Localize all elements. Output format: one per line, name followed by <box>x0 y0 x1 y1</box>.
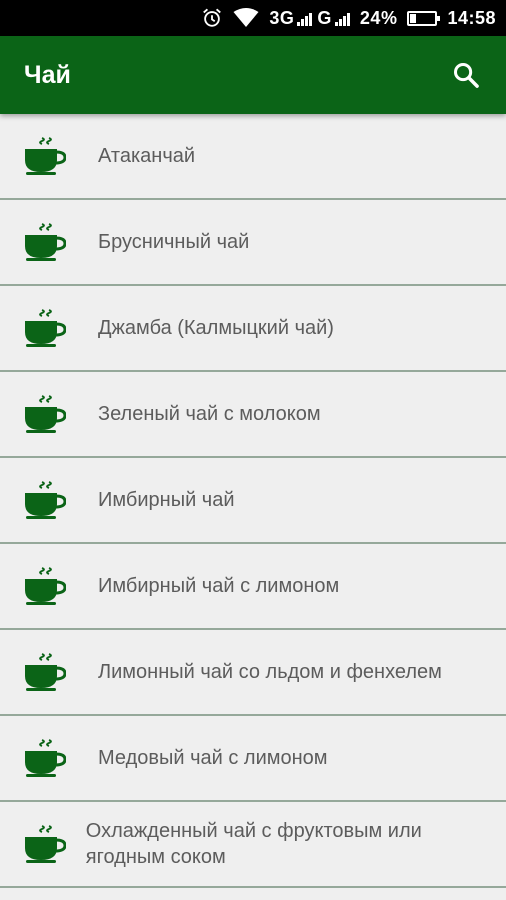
tea-cup-icon <box>0 824 86 864</box>
tea-cup-icon <box>0 136 98 176</box>
list-item-label: Джамба (Калмыцкий чай) <box>98 317 334 339</box>
app-bar: Чай <box>0 36 506 114</box>
tea-cup-icon <box>0 308 98 348</box>
tea-cup-icon <box>0 222 98 262</box>
list-item-label: Имбирный чай с лимоном <box>98 575 340 597</box>
list-item[interactable]: Лимонный чай со льдом и фенхелем <box>0 630 506 716</box>
list-item-label: Брусничный чай <box>98 231 250 253</box>
tea-cup-icon <box>0 652 98 692</box>
tea-cup-icon <box>0 394 98 434</box>
list-item-label: Имбирный чай <box>98 489 235 511</box>
list-item-label: Лимонный чай со льдом и фенхелем <box>98 661 442 683</box>
list-item-label: Медовый чай с лимоном <box>98 747 328 769</box>
list-item[interactable]: Зеленый чай с молоком <box>0 372 506 458</box>
alarm-icon <box>201 7 223 29</box>
list-item[interactable]: Брусничный чай <box>0 200 506 286</box>
list-item[interactable]: Имбирный чай с лимоном <box>0 544 506 630</box>
tea-list: Атаканчай Брусничный чай Джамба (Калмыцк… <box>0 114 506 888</box>
wifi-icon <box>233 8 259 28</box>
list-item[interactable]: Атаканчай <box>0 114 506 200</box>
clock: 14:58 <box>447 7 496 28</box>
list-item[interactable]: Джамба (Калмыцкий чай) <box>0 286 506 372</box>
list-item[interactable]: Имбирный чай <box>0 458 506 544</box>
battery-fill <box>410 13 417 23</box>
network-type-2: G <box>317 7 332 28</box>
search-button[interactable] <box>444 53 488 97</box>
network-type-1: 3G <box>269 7 295 28</box>
page-title: Чай <box>24 60 71 89</box>
signal-icon: 3G G <box>269 8 350 29</box>
battery-icon <box>407 10 441 26</box>
list-item-label: Зеленый чай с молоком <box>98 403 321 425</box>
list-item-label: Охлажденный чай с фруктовым или ягодным … <box>85 820 422 868</box>
battery-percent: 24% <box>359 7 398 28</box>
tea-cup-icon <box>0 738 98 778</box>
tea-cup-icon <box>0 480 98 520</box>
list-item[interactable]: Медовый чай с лимоном <box>0 716 506 802</box>
list-item[interactable]: Охлажденный чай с фруктовым или ягодным … <box>0 802 506 888</box>
status-bar: 3G G 24% 14:58 <box>0 0 506 36</box>
search-icon <box>453 62 479 88</box>
list-item-label: Атаканчай <box>98 145 196 167</box>
tea-cup-icon <box>0 566 98 606</box>
